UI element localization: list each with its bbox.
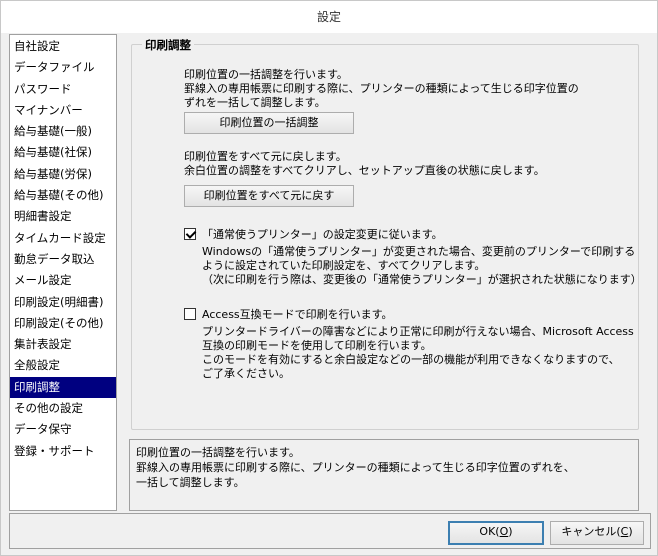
desc-line: ご了承ください。 bbox=[202, 367, 290, 380]
bulk-adjust-description: 印刷位置の一括調整を行います。 罫線入の専用帳票に印刷する際に、プリンターの種類… bbox=[184, 68, 579, 110]
desc-line: （次に印刷を行う際は、変更後の「通常使うプリンター」が選択された状態になります） bbox=[202, 273, 642, 286]
sidebar-item[interactable]: 集計表設定 bbox=[10, 334, 116, 355]
desc-line: Windowsの「通常使うプリンター」が変更された場合、変更前のプリンターで印刷… bbox=[202, 245, 636, 258]
desc-line: プリンタードライバーの障害などにより正常に印刷が行えない場合、Microsoft… bbox=[202, 325, 634, 338]
dialog-footer: OK(O) キャンセル(C) bbox=[9, 513, 651, 549]
sidebar-item[interactable]: メール設定 bbox=[10, 270, 116, 291]
sidebar-item[interactable]: マイナンバー bbox=[10, 100, 116, 121]
sidebar-item[interactable]: 全般設定 bbox=[10, 355, 116, 376]
desc-line: 互換の印刷モードを使用して印刷を行います。 bbox=[202, 339, 432, 352]
sidebar-item[interactable]: パスワード bbox=[10, 79, 116, 100]
desc-line: 罫線入の専用帳票に印刷する際に、プリンターの種類によって生じる印字位置の bbox=[184, 82, 579, 95]
help-line: 罫線入の専用帳票に印刷する際に、プリンターの種類によって生じる印字位置のずれを、 bbox=[136, 461, 575, 474]
print-adjust-panel: 印刷調整 印刷位置の一括調整を行います。 罫線入の専用帳票に印刷する際に、プリン… bbox=[121, 34, 651, 431]
access-mode-label: Access互換モードで印刷を行います。 bbox=[202, 308, 393, 321]
access-mode-checkbox[interactable] bbox=[184, 308, 196, 320]
sidebar-item[interactable]: データ保守 bbox=[10, 419, 116, 440]
bulk-adjust-button[interactable]: 印刷位置の一括調整 bbox=[184, 112, 354, 134]
help-description-panel: 印刷位置の一括調整を行います。 罫線入の専用帳票に印刷する際に、プリンターの種類… bbox=[129, 439, 639, 511]
sidebar-item[interactable]: 印刷設定(その他) bbox=[10, 313, 116, 334]
sidebar-item[interactable]: 給与基礎(労保) bbox=[10, 164, 116, 185]
sidebar-item[interactable]: 印刷設定(明細書) bbox=[10, 292, 116, 313]
cancel-suffix: ) bbox=[628, 525, 633, 538]
desc-line: このモードを有効にすると余白設定などの一部の機能が利用できなくなりますので、 bbox=[202, 353, 620, 366]
help-line: 一括して調整します。 bbox=[136, 476, 245, 489]
reset-description: 印刷位置をすべて元に戻します。 余白位置の調整をすべてクリアし、セットアップ直後… bbox=[184, 150, 545, 178]
sidebar-item[interactable]: 給与基礎(社保) bbox=[10, 142, 116, 163]
sidebar-item[interactable]: データファイル bbox=[10, 57, 116, 78]
desc-line: 余白位置の調整をすべてクリアし、セットアップ直後の状態に戻します。 bbox=[184, 164, 545, 177]
dialog-title: 設定 bbox=[1, 1, 657, 33]
desc-line: ずれを一括して調整します。 bbox=[184, 96, 326, 109]
default-printer-description: Windowsの「通常使うプリンター」が変更された場合、変更前のプリンターで印刷… bbox=[202, 245, 642, 287]
print-adjust-group: 印刷調整 印刷位置の一括調整を行います。 罫線入の専用帳票に印刷する際に、プリン… bbox=[131, 37, 642, 430]
group-title: 印刷調整 bbox=[142, 37, 194, 53]
ok-button[interactable]: OK(O) bbox=[448, 521, 544, 545]
sidebar-item[interactable]: 印刷調整 bbox=[10, 376, 116, 399]
ok-accesskey: O bbox=[499, 525, 509, 538]
ok-suffix: ) bbox=[508, 525, 513, 538]
ok-label: OK( bbox=[479, 525, 500, 538]
sidebar-item[interactable]: 給与基礎(一般) bbox=[10, 121, 116, 142]
sidebar-item[interactable]: その他の設定 bbox=[10, 398, 116, 419]
help-line: 印刷位置の一括調整を行います。 bbox=[136, 446, 300, 459]
access-mode-option[interactable]: Access互換モードで印刷を行います。 bbox=[184, 308, 393, 322]
settings-dialog: 設定 自社設定 データファイル パスワード マイナンバー 給与基礎(一般) 給与基礎(社保… bbox=[0, 0, 658, 556]
desc-line: 印刷位置をすべて元に戻します。 bbox=[184, 150, 347, 163]
reset-print-position-button[interactable]: 印刷位置をすべて元に戻す bbox=[184, 185, 354, 207]
sidebar-item[interactable]: 明細書設定 bbox=[10, 206, 116, 227]
settings-category-list[interactable]: 自社設定 データファイル パスワード マイナンバー 給与基礎(一般) 給与基礎(社保) 給与… bbox=[9, 34, 117, 511]
default-printer-label: 「通常使うプリンター」の設定変更に従います。 bbox=[202, 228, 443, 241]
cancel-button[interactable]: キャンセル(C) bbox=[550, 521, 644, 545]
default-printer-checkbox[interactable] bbox=[184, 228, 196, 240]
cancel-label: キャンセル( bbox=[561, 525, 621, 538]
sidebar-item[interactable]: 給与基礎(その他) bbox=[10, 185, 116, 206]
desc-line: 印刷位置の一括調整を行います。 bbox=[184, 68, 348, 81]
sidebar-item[interactable]: タイムカード設定 bbox=[10, 228, 116, 249]
desc-line: ように設定されていた印刷設定を、すべてクリアします。 bbox=[202, 259, 486, 272]
sidebar-item[interactable]: 登録・サポート bbox=[10, 441, 116, 462]
sidebar-item[interactable]: 勤怠データ取込 bbox=[10, 249, 116, 270]
default-printer-option[interactable]: 「通常使うプリンター」の設定変更に従います。 bbox=[184, 228, 443, 242]
access-mode-description: プリンタードライバーの障害などにより正常に印刷が行えない場合、Microsoft… bbox=[202, 325, 634, 381]
sidebar-item[interactable]: 自社設定 bbox=[10, 36, 116, 57]
